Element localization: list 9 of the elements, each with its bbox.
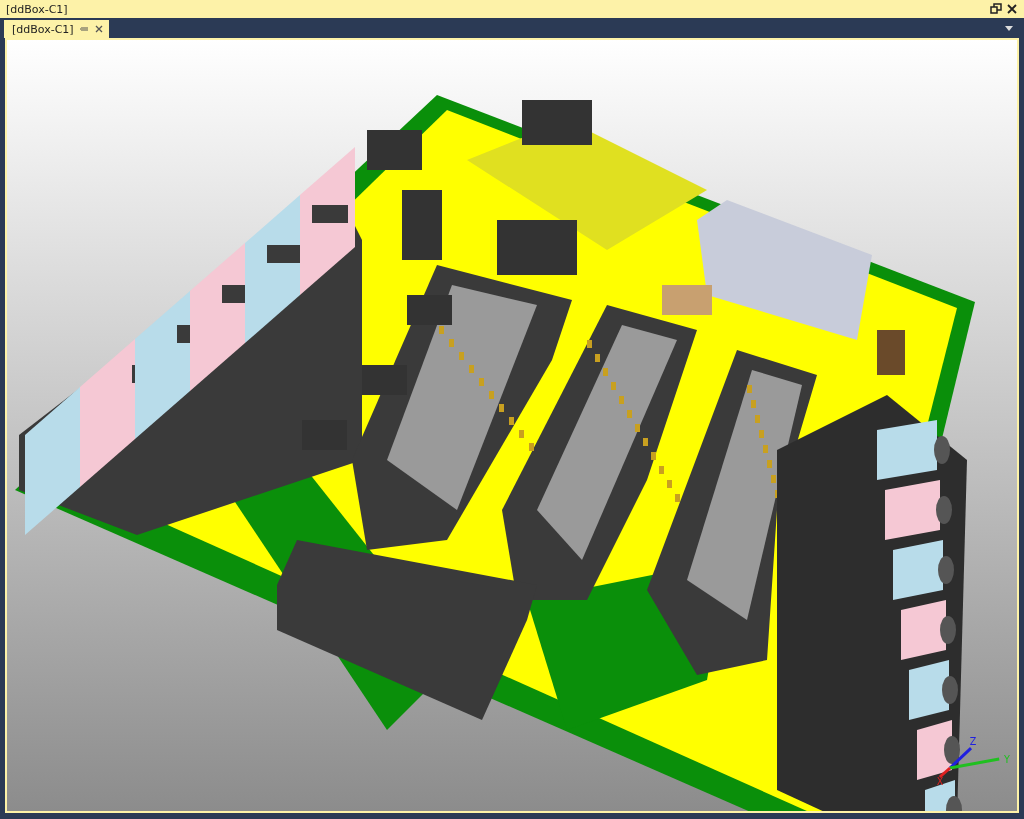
dropdown-icon[interactable]	[1004, 24, 1014, 32]
close-icon[interactable]	[94, 25, 103, 33]
axis-label: X	[936, 775, 944, 787]
restore-icon[interactable]	[990, 3, 1002, 15]
document-tab[interactable]: [ddBox-C1]	[4, 20, 109, 38]
axis-label: Y	[1004, 754, 1010, 766]
axis-label: Z	[969, 736, 977, 748]
close-icon[interactable]	[1006, 3, 1018, 15]
window-title: [ddBox-C1]	[6, 2, 69, 16]
